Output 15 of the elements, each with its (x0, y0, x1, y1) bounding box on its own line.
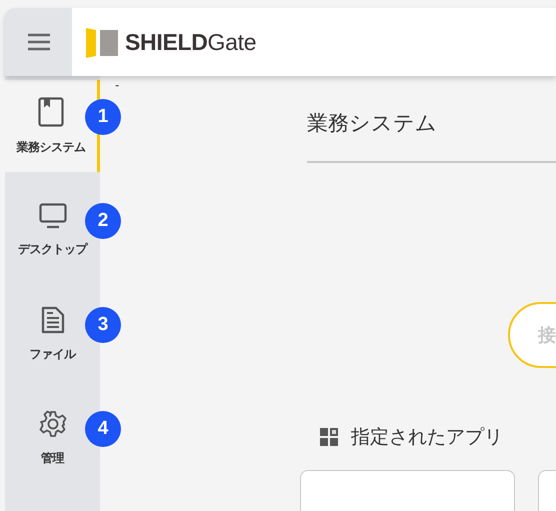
number-badge: 2 (85, 203, 121, 239)
menu-icon[interactable] (28, 33, 50, 51)
document-icon (40, 306, 64, 334)
number-badge: 3 (85, 307, 121, 343)
dash-mark: - (115, 78, 120, 92)
logo-text: SHIELDGate (125, 28, 256, 56)
monitor-icon (38, 202, 66, 228)
section-title: 指定されたアプリ (351, 425, 503, 450)
settings-icon (38, 410, 66, 438)
book-icon (38, 96, 64, 126)
logo-icon (86, 26, 118, 58)
page-title: 業務システム (307, 110, 438, 137)
nav-item[interactable]: 業務システム (5, 80, 100, 172)
grid-icon (320, 428, 338, 446)
number-badge: 4 (85, 411, 121, 447)
